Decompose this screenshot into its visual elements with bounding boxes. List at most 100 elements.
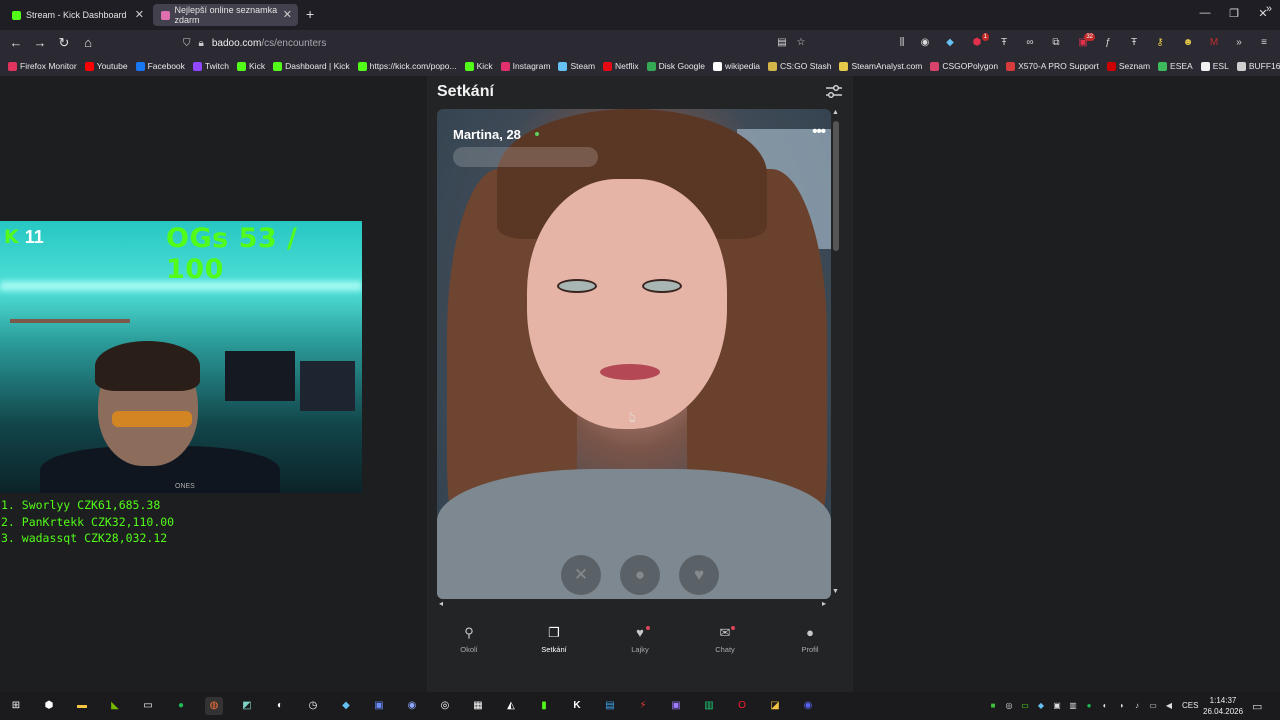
reader-view-icon[interactable]: ▤ [775, 36, 789, 50]
opera-icon[interactable]: O [733, 697, 751, 715]
tray-icon[interactable]: ◑ [1116, 701, 1126, 711]
steam-icon[interactable]: ◆ [337, 697, 355, 715]
menu-hamburger-icon[interactable]: ≡ [1257, 36, 1271, 50]
extension-icon[interactable]: Ŧ [997, 36, 1011, 50]
tracking-shield-icon[interactable]: ⛉ [183, 38, 191, 49]
chat-button[interactable]: ● [620, 555, 660, 595]
app-icon[interactable]: ▤ [601, 697, 619, 715]
bookmark-item[interactable]: wikipedia [712, 61, 760, 71]
app-icon[interactable]: ◩ [238, 697, 256, 715]
app-icon[interactable]: ◎ [436, 697, 454, 715]
microphone-icon[interactable]: ♪ [1132, 701, 1142, 711]
scroll-right-icon[interactable]: ▸ [822, 599, 826, 608]
bookmark-item[interactable]: Steam [558, 61, 595, 71]
app-icon[interactable]: ◉ [403, 697, 421, 715]
bookmark-star-icon[interactable]: ☆ [794, 36, 808, 50]
windows-start-icon[interactable]: ⊞ [7, 697, 25, 715]
extension-glasses-icon[interactable]: ∞ [1023, 36, 1037, 50]
lock-icon[interactable]: 🔒︎ [199, 38, 204, 49]
system-clock[interactable]: 1:14:37 26.04.2026 [1203, 695, 1243, 717]
bookmark-item[interactable]: Disk Google [646, 61, 705, 71]
more-options-icon[interactable]: ••• [812, 123, 826, 140]
bookmark-item[interactable]: Netflix [603, 61, 639, 71]
clock-app-icon[interactable]: ◷ [304, 697, 322, 715]
discord-icon[interactable]: ◉ [799, 697, 817, 715]
bookmark-item[interactable]: Seznam [1106, 61, 1150, 71]
tray-icon[interactable]: ▥ [1068, 701, 1078, 711]
bookmark-item[interactable]: Dashboard | Kick [273, 61, 350, 71]
overflow-chevron-icon[interactable]: » [1232, 36, 1246, 50]
scroll-down-icon[interactable]: ▼ [832, 588, 839, 595]
bookmark-item[interactable]: Kick [237, 61, 265, 71]
library-icon[interactable]: ⫼ [895, 36, 909, 50]
network-icon[interactable]: ▭ [1148, 701, 1158, 711]
tray-icon[interactable]: ▭ [1020, 701, 1030, 711]
bookmark-item[interactable]: Youtube [84, 61, 128, 71]
app-icon[interactable]: ▣ [667, 697, 685, 715]
bookmark-item[interactable]: Twitch [192, 61, 229, 71]
tray-icon[interactable]: ◐ [1100, 701, 1110, 711]
filter-sliders-icon[interactable] [825, 84, 843, 100]
firefox-icon[interactable]: ◍ [205, 697, 223, 715]
nav-item-profil[interactable]: ● Profil [780, 624, 840, 654]
nav-item-okoli[interactable]: ⚲ Okolí [439, 624, 499, 654]
tab-badoo[interactable]: Nejlepší online seznamka zdarm ✕ [153, 4, 298, 26]
scrollbar-thumb[interactable] [833, 121, 839, 251]
extension-t-icon[interactable]: Ŧ [1127, 36, 1141, 50]
epic-games-icon[interactable]: ⬢ [40, 697, 58, 715]
extension-m-icon[interactable]: M [1207, 36, 1221, 50]
steam-extension-icon[interactable]: ◆ [943, 36, 957, 50]
tray-icon[interactable]: ■ [988, 701, 998, 711]
close-tab-icon[interactable]: ✕ [135, 8, 144, 21]
bookmark-item[interactable]: ESL [1200, 61, 1229, 71]
nav-item-setkani[interactable]: ❐ Setkání [524, 624, 584, 654]
account-icon[interactable]: ◉ [918, 36, 932, 50]
steam-tray-icon[interactable]: ◆ [1036, 701, 1046, 711]
nav-item-lajky[interactable]: ♥ Lajky [610, 624, 670, 654]
back-icon[interactable]: ← [8, 35, 24, 51]
extension-face-icon[interactable]: ☻ [1181, 36, 1195, 50]
language-indicator[interactable]: CES [1182, 701, 1198, 710]
tray-icon[interactable]: ▣ [1052, 701, 1062, 711]
tray-icon[interactable]: ◎ [1004, 701, 1014, 711]
bookmark-item[interactable]: X570-A PRO Support [1006, 61, 1099, 71]
scroll-left-icon[interactable]: ◂ [439, 599, 443, 608]
extension-key-icon[interactable]: ⚷ [1153, 36, 1167, 50]
notification-center-icon[interactable]: ▭ [1252, 700, 1262, 713]
dislike-button[interactable]: ✕ [561, 555, 601, 595]
app-icon[interactable]: ◪ [766, 697, 784, 715]
kick-app-icon[interactable]: K [568, 697, 586, 715]
nvidia-icon[interactable]: ◣ [106, 697, 124, 715]
minimize-icon[interactable]: — [1195, 7, 1215, 19]
spotify-tray-icon[interactable]: ● [1084, 701, 1094, 711]
volume-icon[interactable]: ◀ [1164, 701, 1174, 711]
nav-item-chaty[interactable]: ✉ Chaty [695, 624, 755, 654]
spotify-icon[interactable]: ● [172, 697, 190, 715]
new-tab-icon[interactable]: + [306, 6, 314, 22]
app-icon[interactable]: ⚡︎ [634, 697, 652, 715]
maximize-icon[interactable]: ❐ [1224, 7, 1244, 20]
app-icon[interactable]: ◭ [502, 697, 520, 715]
notification-extension-icon[interactable]: ▣ 32 [1076, 33, 1095, 50]
scroll-up-icon[interactable]: ▲ [832, 109, 839, 116]
forward-icon[interactable]: → [32, 35, 48, 51]
home-icon[interactable]: ⌂ [80, 35, 96, 51]
bookmark-item[interactable]: Kick [464, 61, 493, 71]
bookmark-item[interactable]: https://kick.com/popo... [357, 61, 457, 71]
app-icon[interactable]: ▥ [700, 697, 718, 715]
profile-photo[interactable]: Martina, 28 ••• 👆︎ ✕ ● ♥ [437, 109, 831, 599]
extension-f-icon[interactable]: ƒ [1101, 36, 1115, 50]
address-bar[interactable]: ⛉ 🔒︎ badoo.com/cs/encounters [175, 32, 815, 54]
reload-icon[interactable]: ↻ [56, 35, 72, 51]
bookmark-item[interactable]: CS:GO Stash [767, 61, 831, 71]
app-icon[interactable]: ◐ [271, 697, 289, 715]
file-explorer-icon[interactable]: ▬ [73, 697, 91, 715]
bookmark-item[interactable]: SteamAnalyst.com [839, 61, 922, 71]
terminal-icon[interactable]: ▭ [139, 697, 157, 715]
bookmark-item[interactable]: ESEA [1158, 61, 1193, 71]
close-tab-icon[interactable]: ✕ [283, 8, 292, 21]
bookmark-item[interactable]: CSGOPolygon [930, 61, 998, 71]
extensions-puzzle-icon[interactable]: ⧉ [1049, 36, 1063, 50]
bookmark-item[interactable]: Firefox Monitor [8, 61, 77, 71]
bookmarks-overflow-icon[interactable]: » [1266, 3, 1272, 15]
